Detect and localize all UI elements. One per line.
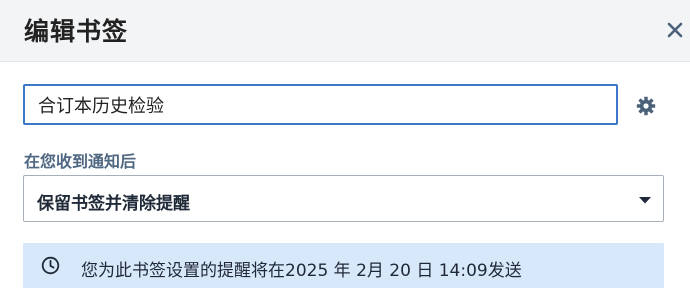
after-notification-select[interactable]: 保留书签并清除提醒 [23,175,664,222]
reminder-notice-text: 您为此书签设置的提醒将在2025 年 2月 20 日 14:09发送 [81,261,522,281]
clock-icon [41,256,60,275]
dialog-title: 编辑书签 [24,17,129,46]
gear-icon [636,96,656,116]
caret-down-icon [639,197,651,204]
selected-option: 保留书签并清除提醒 [37,194,190,214]
reminder-notice: 您为此书签设置的提醒将在2025 年 2月 20 日 14:09发送 [23,243,664,288]
bookmark-settings-button[interactable] [636,96,656,116]
edit-bookmark-dialog: 编辑书签 在您收到通知后 保留书签并清除提醒 [0,0,690,299]
after-notification-label: 在您收到通知后 [24,152,137,171]
bookmark-name-input[interactable] [23,84,618,125]
close-button[interactable] [664,19,686,41]
dialog-header: 编辑书签 [0,0,690,62]
close-icon [667,22,683,38]
